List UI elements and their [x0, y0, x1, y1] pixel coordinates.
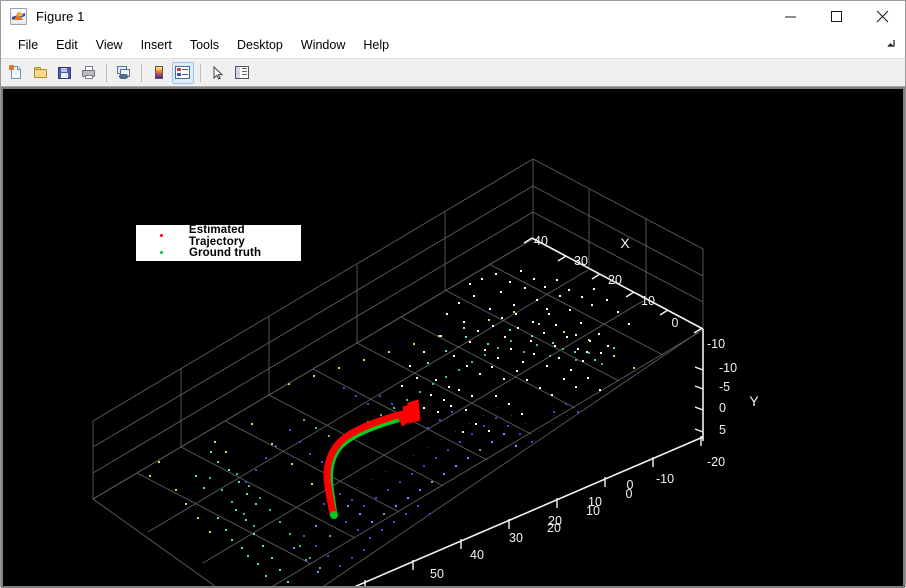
z-tick-40: 40	[470, 548, 484, 562]
x-axis-label: X	[620, 235, 630, 251]
matlab-membrane-icon	[10, 8, 27, 25]
z-tick-30: 30	[509, 531, 523, 545]
figure-window: Figure 1 File Edit View	[0, 0, 906, 587]
x-tick-40: 40	[534, 234, 548, 248]
z-tick-20: 20	[548, 514, 562, 528]
menu-bar: File Edit View Insert Tools Desktop Wind…	[1, 33, 905, 58]
link-plot-button[interactable]	[113, 62, 135, 84]
x-tick-30: 30	[574, 254, 588, 268]
pointer-cursor-icon	[210, 65, 226, 81]
print-figure-button[interactable]	[78, 62, 100, 84]
printer-icon	[81, 65, 97, 81]
axis-spines	[268, 238, 703, 586]
close-icon	[876, 10, 889, 23]
property-inspector-icon	[234, 65, 250, 81]
point-cloud	[149, 270, 673, 586]
figure-toolbar	[1, 58, 905, 87]
sx-tick-neg20: -20	[707, 455, 725, 469]
toolbar-separator-3	[200, 64, 201, 82]
legend-icon	[175, 65, 191, 81]
x-tick-20: 20	[608, 273, 622, 287]
y-axis-tick-labels: -10 -5 0 5	[719, 361, 737, 437]
y-tick-neg10: -10	[719, 361, 737, 375]
estimated-trajectory-path	[327, 413, 407, 514]
ground-truth-path	[329, 416, 410, 515]
figure-canvas-area: 40 30 20 10 0 -10 X -10 -5	[1, 87, 905, 588]
colorbar-icon	[151, 65, 167, 81]
link-plot-icon	[116, 65, 132, 81]
secondary-x-tick-labels: -20 -10 0 10 20	[547, 455, 725, 535]
toolbar-separator-1	[106, 64, 107, 82]
edit-plot-button[interactable]	[207, 62, 229, 84]
menu-item-file[interactable]: File	[9, 36, 47, 54]
menu-item-help[interactable]: Help	[354, 36, 398, 54]
maximize-icon	[830, 10, 843, 23]
menu-item-edit[interactable]: Edit	[47, 36, 87, 54]
maximize-button[interactable]	[813, 1, 859, 32]
z-tick-50: 50	[430, 567, 444, 581]
x-tick-0: 0	[672, 316, 679, 330]
y-tick-neg5: -5	[719, 380, 730, 394]
property-inspector-button[interactable]	[231, 62, 253, 84]
ground-truth-start-dot	[330, 511, 338, 519]
axes-3d[interactable]: 40 30 20 10 0 -10 X -10 -5	[3, 89, 903, 586]
plot-svg: 40 30 20 10 0 -10 X -10 -5	[3, 89, 903, 586]
z-tick-0: 0	[627, 478, 634, 492]
y-axis-ticks	[695, 367, 703, 432]
y-tick-0: 0	[719, 401, 726, 415]
floppy-save-icon	[57, 65, 73, 81]
x-tick-10: 10	[641, 294, 655, 308]
menu-item-view[interactable]: View	[87, 36, 132, 54]
dock-arrow-icon[interactable]	[883, 37, 897, 51]
window-controls	[767, 1, 905, 32]
window-title: Figure 1	[36, 9, 85, 24]
title-bar: Figure 1	[1, 1, 905, 33]
y-axis-label: Y	[749, 393, 759, 409]
menu-item-desktop[interactable]: Desktop	[228, 36, 292, 54]
x-tick-neg10: -10	[707, 337, 725, 351]
y-tick-5: 5	[719, 423, 726, 437]
legend-entry-estimated: Estimated Trajectory	[136, 227, 301, 244]
sx-tick-neg10: -10	[656, 472, 674, 486]
open-file-button[interactable]	[30, 62, 52, 84]
open-folder-icon	[33, 65, 49, 81]
insert-colorbar-button[interactable]	[148, 62, 170, 84]
save-figure-button[interactable]	[54, 62, 76, 84]
menu-item-window[interactable]: Window	[292, 36, 354, 54]
minimize-button[interactable]	[767, 1, 813, 32]
legend-label-ground-truth: Ground truth	[189, 247, 261, 259]
legend-marker-ground-truth	[160, 251, 163, 254]
z-tick-10: 10	[588, 495, 602, 509]
insert-legend-button[interactable]	[172, 62, 194, 84]
toolbar-separator-2	[141, 64, 142, 82]
legend-label-estimated: Estimated Trajectory	[189, 224, 301, 248]
new-figure-button[interactable]	[6, 62, 28, 84]
close-button[interactable]	[859, 1, 905, 32]
menu-item-insert[interactable]: Insert	[132, 36, 181, 54]
menu-item-tools[interactable]: Tools	[181, 36, 228, 54]
new-file-icon	[9, 65, 25, 81]
minimize-icon	[784, 10, 797, 23]
plot-legend[interactable]: Estimated Trajectory Ground truth	[135, 224, 302, 262]
legend-marker-estimated	[160, 234, 163, 237]
